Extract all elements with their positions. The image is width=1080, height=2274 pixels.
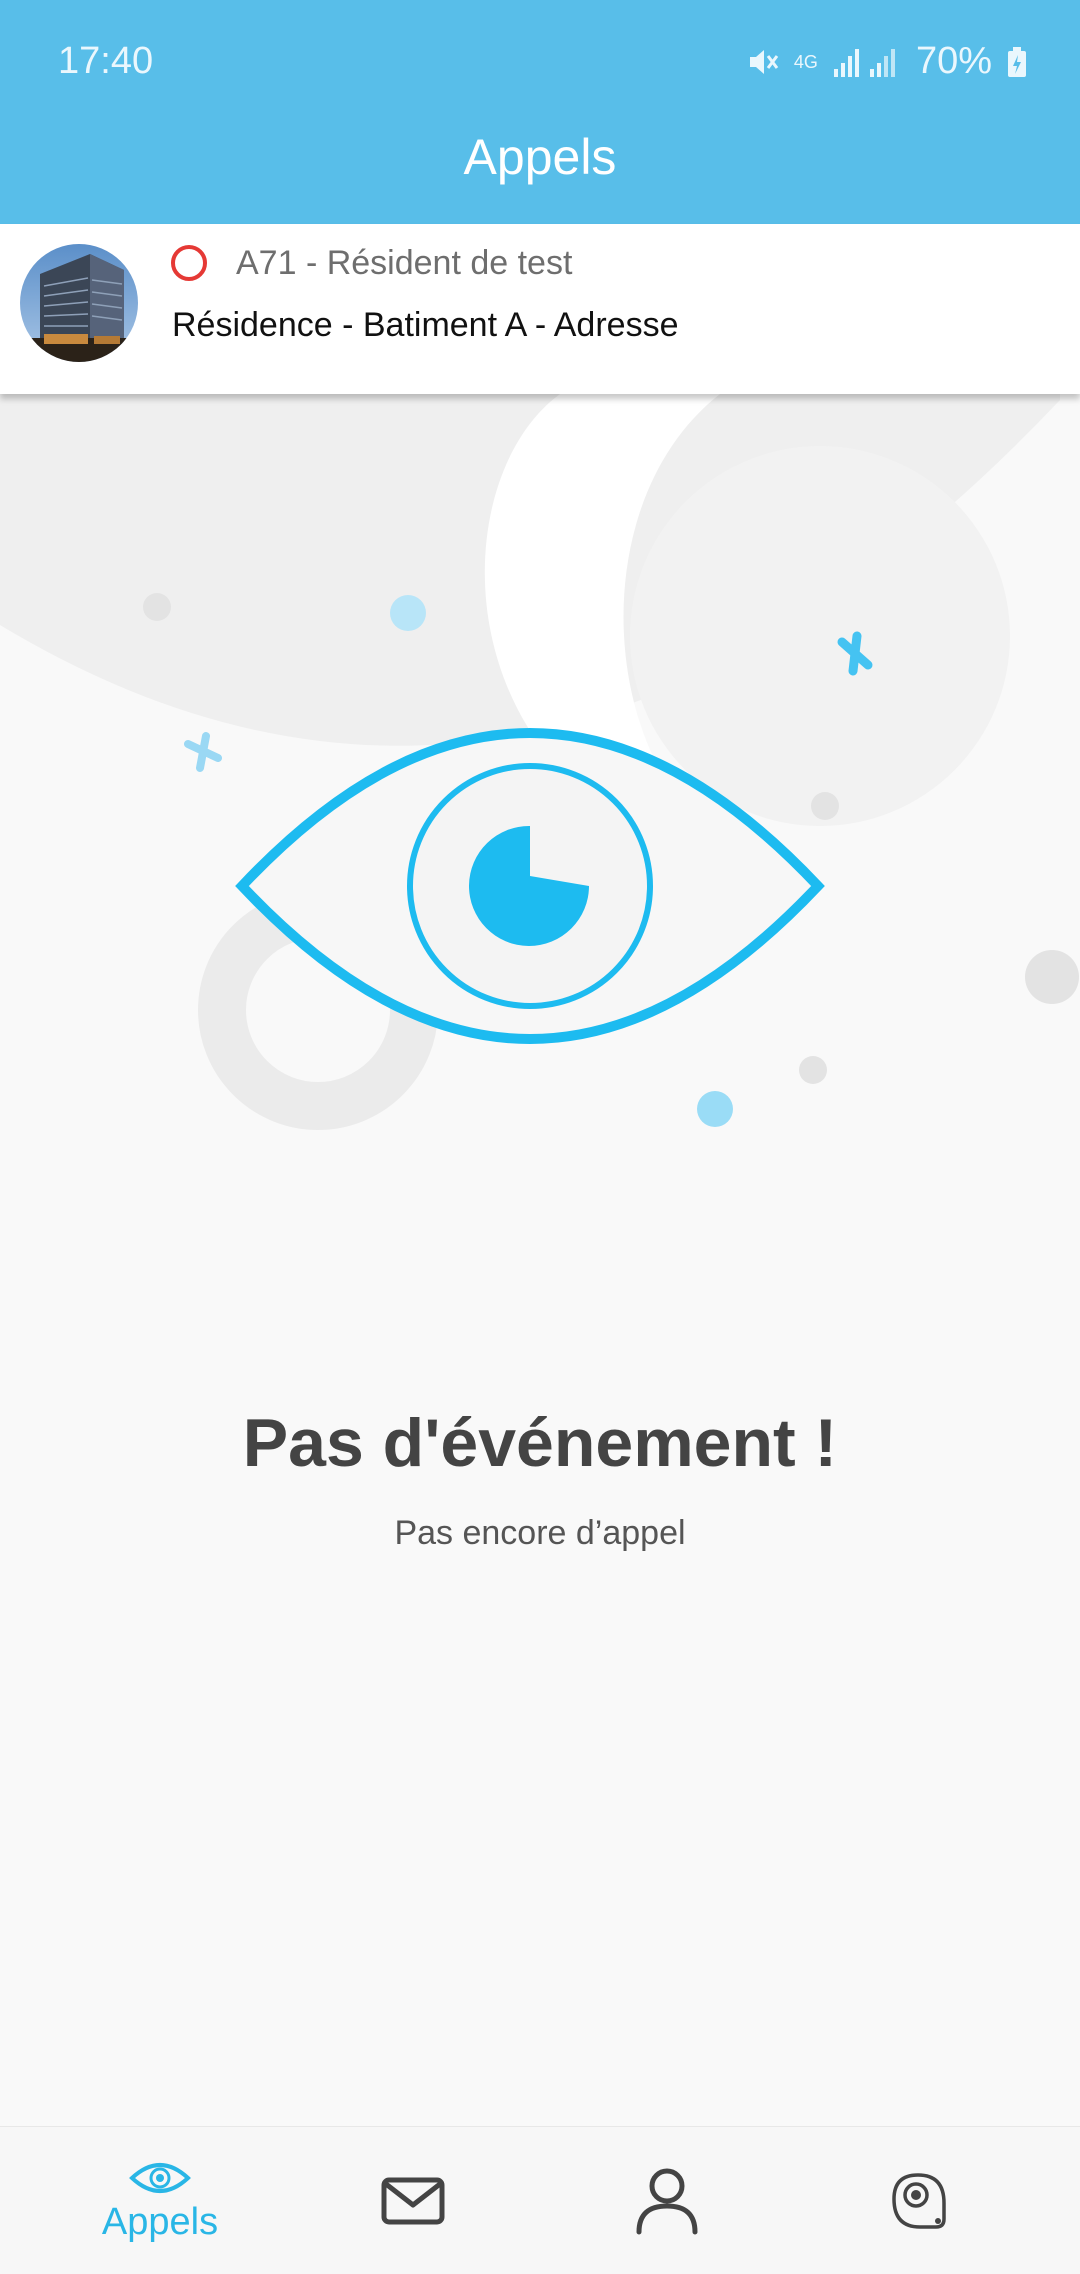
user-icon (636, 2168, 698, 2235)
empty-state-subtitle: Pas encore d’appel (394, 1514, 686, 1552)
status-ring-icon (171, 245, 207, 281)
status-time: 17:40 (58, 40, 154, 82)
tab-appels-label: Appels (101, 2200, 219, 2243)
bottom-tab-bar: Appels (0, 2126, 1080, 2274)
building-avatar (20, 244, 138, 362)
app-header: 17:40 4G 70% Appels (0, 0, 1080, 224)
page-title: Appels (463, 129, 617, 185)
tab-camera[interactable] (836, 2127, 1002, 2274)
battery-charging-icon (1008, 46, 1026, 77)
network-type: 4G (793, 51, 818, 72)
resident-name: A71 - Résident de test (236, 244, 573, 282)
tab-messages[interactable] (330, 2127, 496, 2274)
mute-icon (749, 49, 779, 74)
battery-percent: 70% (915, 40, 992, 82)
signal-icon (833, 48, 895, 77)
tab-appels[interactable]: Appels (60, 2127, 260, 2274)
tab-profile[interactable] (584, 2127, 750, 2274)
resident-address: Résidence - Batiment A - Adresse (172, 306, 679, 344)
mail-icon (381, 2177, 445, 2225)
empty-state-illustration (0, 394, 1079, 1130)
status-icons: 4G 70% (746, 40, 1028, 83)
resident-card[interactable]: A71 - Résident de test Résidence - Batim… (0, 224, 1080, 394)
empty-state-title: Pas d'événement ! (242, 1405, 838, 1481)
eye-icon (129, 2162, 191, 2193)
camera-icon (892, 2173, 946, 2229)
